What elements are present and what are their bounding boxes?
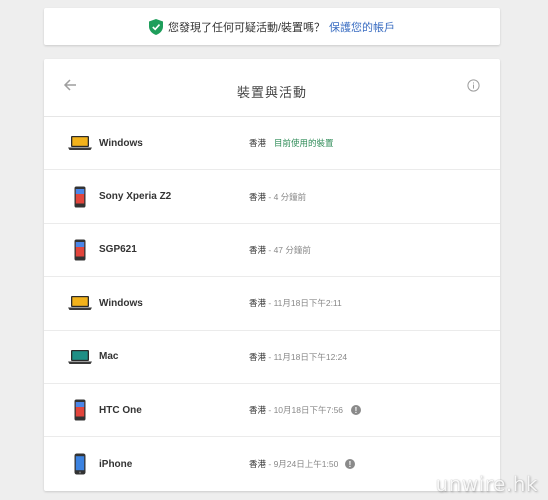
protect-account-link[interactable]: 保護您的帳戶 [329, 19, 395, 35]
page-title: 裝置與活動 [236, 85, 307, 100]
watermark: unwire.hk [435, 472, 538, 496]
banner-text: 您發現了任何可疑活動/裝置嗎？ [167, 21, 326, 34]
device-location: 香港 [249, 459, 267, 470]
device-activity: 香港 - 9月24日上午1:50 [249, 458, 338, 470]
device-row[interactable]: Windows 香港 目前使用的裝置 [44, 117, 500, 171]
device-last-active: - 10月18日下午7:56 [266, 405, 344, 416]
alert-icon[interactable]: ! [351, 405, 361, 416]
device-name: Windows [99, 297, 143, 309]
device-location: 香港 [249, 298, 267, 309]
phone-icon [68, 452, 92, 476]
device-activity: 香港 目前使用的裝置 [249, 137, 334, 149]
phone-icon [68, 238, 92, 262]
alert-icon[interactable]: ! [345, 459, 355, 470]
card-header: 裝置與活動 [44, 59, 500, 117]
device-location: 香港 [249, 191, 267, 202]
device-last-active: - 4 分鐘前 [266, 191, 307, 202]
device-row[interactable]: Windows 香港 - 11月18日下午2:11 [44, 277, 500, 331]
phone-icon [68, 398, 92, 422]
device-name: SGP621 [99, 244, 137, 256]
current-device-label: 目前使用的裝置 [274, 138, 334, 149]
device-activity: 香港 - 10月18日下午7:56 [249, 404, 343, 416]
device-name: Windows [99, 137, 143, 149]
device-location: 香港 [249, 244, 267, 255]
device-row[interactable]: HTC One 香港 - 10月18日下午7:56! [44, 384, 500, 438]
device-location: 香港 [249, 138, 267, 149]
device-activity: 香港 - 11月18日下午2:11 [249, 297, 342, 309]
device-last-active: - 11月18日下午12:24 [266, 351, 348, 362]
device-row[interactable]: SGP621 香港 - 47 分鐘前 [44, 224, 500, 278]
device-last-active: - 11月18日下午2:11 [266, 298, 342, 309]
laptop-icon [68, 345, 92, 369]
device-activity: 香港 - 47 分鐘前 [249, 244, 311, 256]
shield-check-icon [148, 18, 163, 35]
phone-icon [68, 185, 92, 209]
device-name: Sony Xperia Z2 [99, 191, 172, 203]
laptop-icon [68, 131, 92, 155]
device-row[interactable]: Sony Xperia Z2 香港 - 4 分鐘前 [44, 170, 500, 224]
device-row[interactable]: iPhone 香港 - 9月24日上午1:50! [44, 437, 500, 490]
device-name: iPhone [99, 458, 133, 470]
device-name: HTC One [99, 404, 142, 416]
info-icon[interactable] [464, 76, 482, 94]
devices-card: 裝置與活動 Windows 香港 目前使用的裝置 Sony Xperia Z2 香港 -… [44, 59, 500, 491]
device-last-active: - 9月24日上午1:50 [266, 459, 339, 470]
device-name: Mac [99, 351, 119, 363]
device-location: 香港 [249, 405, 267, 416]
device-row[interactable]: Mac 香港 - 11月18日下午12:24 [44, 331, 500, 384]
device-list: Windows 香港 目前使用的裝置 Sony Xperia Z2 香港 - 4 分鐘前… [44, 117, 500, 491]
device-location: 香港 [249, 351, 267, 362]
device-last-active: - 47 分鐘前 [266, 244, 311, 255]
device-activity: 香港 - 4 分鐘前 [249, 191, 306, 203]
laptop-icon [68, 291, 92, 315]
device-activity: 香港 - 11月18日下午12:24 [249, 351, 347, 363]
security-banner: 您發現了任何可疑活動/裝置嗎？ 保護您的帳戶 [44, 8, 500, 45]
